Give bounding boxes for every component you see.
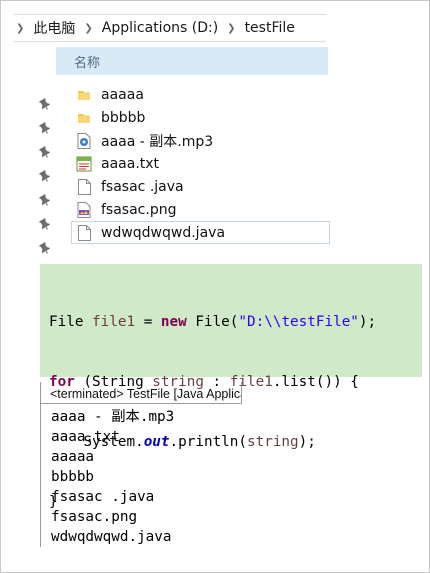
- file-row-txt[interactable]: aaaa.txt: [72, 152, 330, 175]
- output-line: aaaa.txt: [51, 429, 120, 445]
- pin-icon[interactable]: [38, 140, 52, 164]
- file-name: aaaa.txt: [101, 155, 160, 172]
- file-row-mp3[interactable]: aaaa - 副本.mp3: [72, 129, 330, 152]
- file-name: aaaa - 副本.mp3: [101, 133, 214, 150]
- file-name: bbbbb: [101, 109, 146, 126]
- folder-icon: [76, 110, 92, 126]
- console-title: <terminated> TestFile [Java Application]: [40, 382, 242, 404]
- blank-file-icon: [76, 224, 92, 241]
- chevron-right-icon[interactable]: ❯: [84, 23, 92, 34]
- file-name: fsasac .java: [101, 178, 184, 195]
- pin-icon[interactable]: [38, 212, 52, 236]
- audio-file-icon: [76, 132, 92, 149]
- output-line: bbbbb: [51, 469, 95, 485]
- breadcrumb-drive[interactable]: Applications (D:): [102, 20, 218, 36]
- output-line: fsasac .java: [51, 489, 155, 505]
- console-view: <terminated> TestFile [Java Application]…: [40, 382, 420, 552]
- code-snippet: File file1 = new File("D:\\testFile"); f…: [40, 264, 422, 510]
- pin-icon[interactable]: [38, 92, 52, 116]
- pin-icon[interactable]: [38, 236, 52, 260]
- output-line: aaaa - 副本.mp3: [51, 409, 175, 425]
- blank-file-icon: [76, 178, 92, 195]
- text-file-icon: [76, 156, 92, 172]
- file-row-png[interactable]: fsasac.png: [72, 198, 330, 221]
- file-row-aaaaa[interactable]: aaaaa: [72, 83, 330, 106]
- console-output: aaaa - 副本.mp3 aaaa.txt aaaaa bbbbb fsasa…: [40, 404, 340, 547]
- breadcrumb: ❯ 此电脑 ❯ Applications (D:) ❯ testFile: [14, 14, 326, 42]
- file-row-wdwqdwqwd-java[interactable]: wdwqdwqwd.java: [71, 221, 330, 244]
- file-name: wdwqdwqwd.java: [101, 224, 226, 241]
- output-line: aaaaa: [51, 449, 95, 465]
- output-line: wdwqdwqwd.java: [51, 529, 172, 545]
- file-row-fsasac-java[interactable]: fsasac .java: [72, 175, 330, 198]
- pin-icon[interactable]: [38, 116, 52, 140]
- folder-icon: [76, 87, 92, 103]
- chevron-right-icon[interactable]: ❯: [16, 23, 24, 34]
- quick-access-pins: [38, 92, 52, 260]
- image-file-icon: [76, 201, 92, 218]
- output-line: fsasac.png: [51, 509, 138, 525]
- code-line: File file1 = new File("D:\\testFile");: [49, 314, 377, 330]
- file-name: fsasac.png: [101, 201, 177, 218]
- breadcrumb-folder[interactable]: testFile: [245, 20, 295, 36]
- name-column-header[interactable]: 名称: [56, 47, 328, 75]
- breadcrumb-this-pc[interactable]: 此电脑: [33, 18, 75, 38]
- file-explorer: ❯ 此电脑 ❯ Applications (D:) ❯ testFile 名称 …: [0, 0, 430, 262]
- file-list: aaaaa bbbbb aaaa - 副本.mp3 aaaa.txt fsasa…: [71, 83, 330, 244]
- chevron-right-icon[interactable]: ❯: [227, 23, 235, 34]
- file-name: aaaaa: [101, 86, 144, 103]
- file-row-bbbbb[interactable]: bbbbb: [72, 106, 330, 129]
- column-header-label: 名称: [74, 55, 101, 71]
- pin-icon[interactable]: [38, 188, 52, 212]
- pin-icon[interactable]: [38, 164, 52, 188]
